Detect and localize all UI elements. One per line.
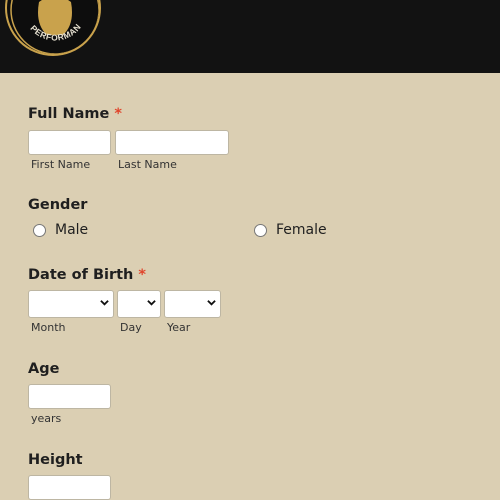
year-select[interactable] [164,290,221,318]
day-select[interactable] [117,290,161,318]
male-radio[interactable] [33,223,46,237]
age-sublabel: years [31,412,62,425]
height-label: Height [28,452,83,468]
date-of-birth-label-text: Date of Birth [28,267,134,283]
first-name-sublabel: First Name [31,158,91,171]
gender-option-female[interactable]: Female [254,222,327,238]
kettlebell-icon: PERFORMANCE [7,0,99,54]
date-of-birth-label: Date of Birth * [28,267,146,283]
female-radio[interactable] [254,223,267,237]
chevron-down-icon [147,300,156,306]
day-sublabel: Day [120,321,142,334]
last-name-sublabel: Last Name [118,158,177,171]
brand-logo: PERFORMANCE [5,0,101,56]
chevron-down-icon [207,300,216,306]
male-radio-label: Male [55,222,89,238]
full-name-label: Full Name * [28,106,122,122]
month-sublabel: Month [31,321,66,334]
year-sublabel: Year [167,321,191,334]
gender-option-male[interactable]: Male [33,222,88,238]
required-mark: * [114,106,122,122]
last-name-input[interactable] [115,130,229,155]
required-mark: * [138,267,146,283]
first-name-input[interactable] [28,130,111,155]
header-bar: PERFORMANCE [0,0,500,73]
gender-label: Gender [28,197,88,213]
female-radio-label: Female [276,222,327,238]
age-label: Age [28,361,60,377]
full-name-label-text: Full Name [28,106,110,122]
month-select[interactable] [28,290,114,318]
chevron-down-icon [100,300,109,306]
age-input[interactable] [28,384,111,409]
height-input[interactable] [28,475,111,500]
